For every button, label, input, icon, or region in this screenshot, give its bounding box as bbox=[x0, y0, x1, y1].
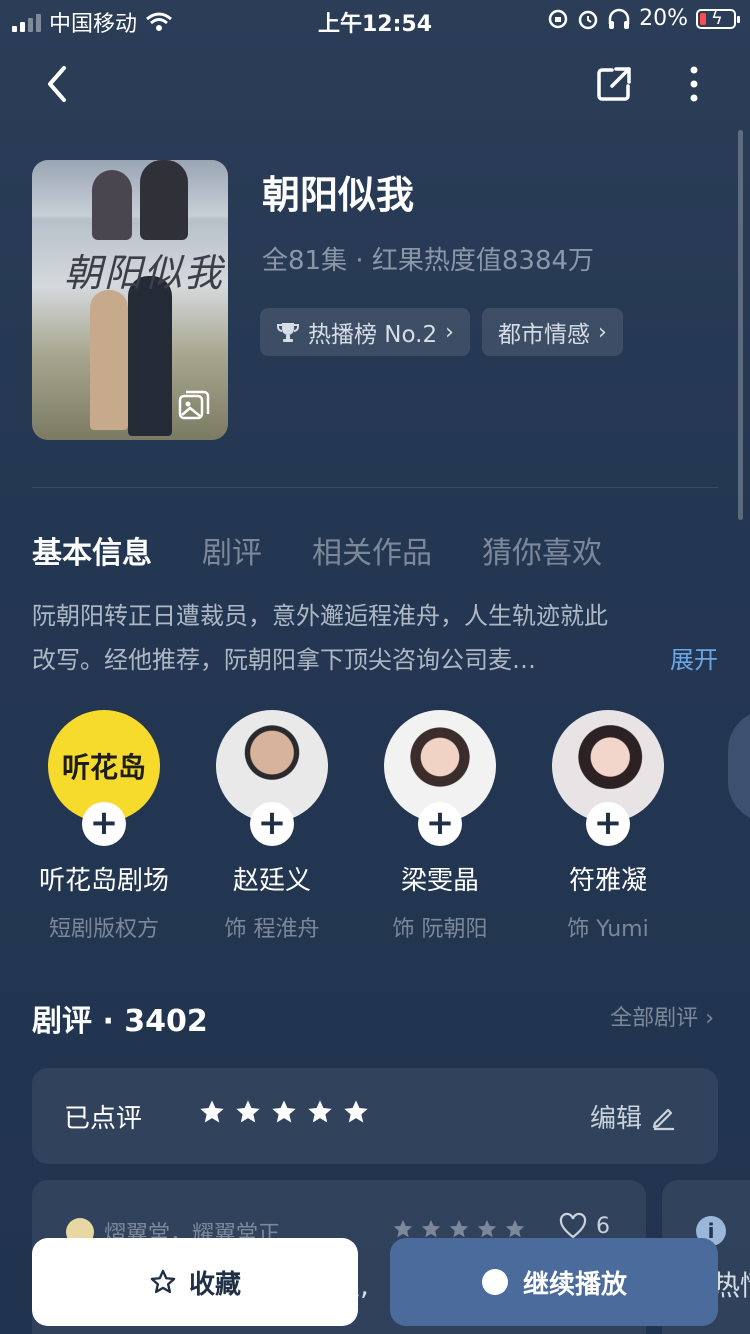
continue-play-button[interactable]: 继续播放 bbox=[390, 1238, 718, 1326]
avatar[interactable] bbox=[728, 710, 750, 822]
gallery-icon[interactable] bbox=[176, 388, 212, 424]
star-icon bbox=[200, 1100, 224, 1123]
cast-item[interactable]: + 符雅凝 饰 Yumi bbox=[524, 710, 692, 943]
tab-recommendations[interactable]: 猜你喜欢 bbox=[482, 528, 602, 572]
star-icon bbox=[236, 1100, 260, 1123]
poster-image[interactable]: 朝阳似我 bbox=[32, 160, 228, 440]
drama-meta: 全81集 · 红果热度值8384万 bbox=[262, 246, 595, 276]
poster-figure bbox=[92, 170, 132, 240]
more-icon[interactable] bbox=[680, 64, 708, 104]
battery-percent: 20% bbox=[639, 6, 688, 31]
star-icon bbox=[505, 1219, 525, 1238]
rotation-lock-icon bbox=[548, 9, 568, 28]
collect-label: 收藏 bbox=[188, 1269, 241, 1300]
cast-name: 听花岛剧场 bbox=[38, 866, 169, 896]
all-reviews-link[interactable]: 全部剧评 › bbox=[610, 1000, 714, 1032]
cast-role: 短剧版权方 bbox=[48, 917, 159, 942]
status-right: 20% ϟ bbox=[547, 6, 740, 31]
avatar[interactable]: + bbox=[552, 710, 664, 846]
star-icon bbox=[477, 1219, 497, 1238]
star-icon bbox=[449, 1219, 469, 1238]
poster-figure bbox=[140, 160, 188, 240]
headphones-icon bbox=[608, 8, 630, 29]
synopsis: 阮朝阳转正日遭裁员，意外邂逅程淮舟，人生轨迹就此 改写。经他推荐，阮朝阳拿下顶尖… bbox=[32, 594, 718, 682]
play-icon bbox=[481, 1269, 508, 1295]
tag-chips: 热播榜 No.2 › 都市情感 › bbox=[260, 308, 623, 356]
genre-chip[interactable]: 都市情感 › bbox=[481, 308, 623, 356]
avatar[interactable]: + bbox=[384, 710, 496, 846]
genre-chip-label: 都市情感 bbox=[497, 322, 590, 348]
synopsis-line: 改写。经他推荐，阮朝阳拿下顶尖咨询公司麦… bbox=[32, 646, 536, 674]
like-count: 6 bbox=[596, 1213, 610, 1239]
like-button[interactable]: 6 bbox=[558, 1212, 610, 1240]
follow-plus-icon[interactable]: + bbox=[586, 802, 630, 846]
ranking-chip[interactable]: 热播榜 No.2 › bbox=[260, 308, 470, 356]
collect-button[interactable]: 收藏 bbox=[32, 1238, 358, 1326]
star-icon bbox=[344, 1100, 368, 1123]
cast-name: 符雅凝 bbox=[568, 866, 647, 896]
cast-name: 赵廷义 bbox=[232, 866, 311, 896]
cast-role: 饰 Yumi bbox=[567, 917, 649, 942]
ranking-chip-label: 热播榜 No.2 bbox=[308, 322, 438, 348]
rated-label: 已点评 bbox=[64, 1104, 143, 1134]
chevron-right-icon: › bbox=[705, 1006, 714, 1031]
tab-reviews[interactable]: 剧评 bbox=[202, 528, 262, 572]
poster-title-art: 朝阳似我 bbox=[64, 251, 225, 295]
divider bbox=[32, 487, 718, 488]
tab-basic-info[interactable]: 基本信息 bbox=[32, 528, 152, 572]
status-bar: 中国移动 上午12:54 20% ϟ bbox=[0, 0, 750, 40]
heart-icon bbox=[559, 1212, 587, 1239]
cast-name: 梁雯晶 bbox=[400, 866, 479, 896]
edit-review-button[interactable]: 编辑 bbox=[590, 1098, 678, 1135]
alarm-icon bbox=[578, 10, 598, 29]
avatar[interactable]: + bbox=[216, 710, 328, 846]
poster-figure bbox=[90, 290, 128, 430]
drama-title: 朝阳似我 bbox=[262, 173, 415, 217]
all-reviews-label: 全部剧评 bbox=[610, 1006, 699, 1031]
my-rating-card[interactable]: 已点评 编辑 bbox=[32, 1068, 718, 1164]
avatar[interactable]: 听花岛 + bbox=[48, 710, 160, 846]
cast-item[interactable]: + 梁雯晶 饰 阮朝阳 bbox=[356, 710, 524, 943]
review-stars bbox=[392, 1218, 526, 1240]
star-outline-icon bbox=[150, 1269, 176, 1294]
star-icon bbox=[308, 1100, 332, 1123]
chevron-right-icon: › bbox=[445, 319, 454, 345]
battery-icon: ϟ bbox=[696, 8, 740, 29]
edit-label: 编辑 bbox=[589, 1104, 642, 1134]
follow-plus-icon[interactable]: + bbox=[250, 802, 294, 846]
cast-list: 听花岛 + 听花岛剧场 短剧版权方 + 赵廷义 饰 程淮舟 + 梁雯晶 饰 阮朝… bbox=[20, 710, 692, 943]
trophy-icon bbox=[277, 323, 299, 342]
expand-button[interactable]: 展开 bbox=[670, 638, 718, 682]
pencil-icon bbox=[652, 1108, 674, 1130]
tab-related-works[interactable]: 相关作品 bbox=[312, 528, 432, 572]
scrollbar[interactable] bbox=[738, 130, 743, 520]
cast-role: 饰 阮朝阳 bbox=[392, 917, 488, 942]
continue-play-label: 继续播放 bbox=[522, 1269, 627, 1300]
star-icon bbox=[393, 1219, 413, 1238]
cast-item[interactable]: 听花岛 + 听花岛剧场 短剧版权方 bbox=[20, 710, 188, 943]
rating-stars bbox=[198, 1098, 370, 1126]
brand-logo: 听花岛 bbox=[61, 751, 146, 784]
cast-item[interactable]: + 赵廷义 饰 程淮舟 bbox=[188, 710, 356, 943]
follow-plus-icon[interactable]: + bbox=[418, 802, 462, 846]
back-icon[interactable] bbox=[38, 62, 78, 106]
star-icon bbox=[272, 1100, 296, 1123]
star-icon bbox=[421, 1219, 441, 1238]
reviews-heading: 剧评 · 3402 bbox=[32, 1004, 208, 1039]
poster-figure bbox=[128, 276, 172, 436]
section-tabs: 基本信息 剧评 相关作品 猜你喜欢 bbox=[32, 528, 602, 572]
cast-role: 饰 程淮舟 bbox=[224, 917, 320, 942]
follow-plus-icon[interactable]: + bbox=[82, 802, 126, 846]
synopsis-line: 阮朝阳转正日遭裁员，意外邂逅程淮舟，人生轨迹就此 bbox=[32, 602, 608, 630]
chevron-right-icon: › bbox=[597, 319, 607, 345]
share-icon[interactable] bbox=[594, 64, 634, 104]
